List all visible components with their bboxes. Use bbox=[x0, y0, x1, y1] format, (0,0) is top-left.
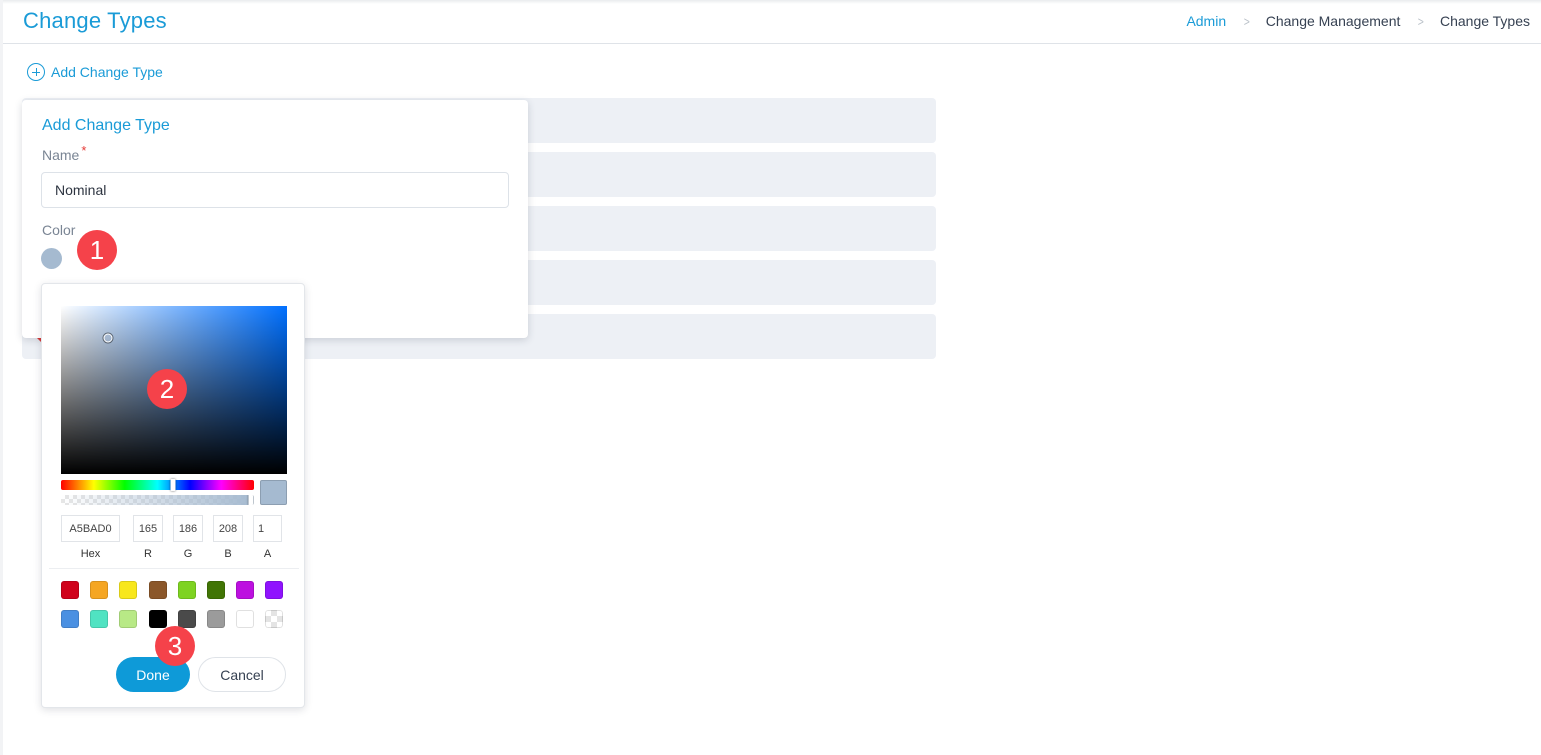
alpha-input[interactable]: 1 bbox=[253, 515, 282, 542]
color-swatch-button[interactable] bbox=[41, 248, 62, 269]
alpha-slider[interactable] bbox=[61, 495, 254, 505]
hue-slider-thumb[interactable] bbox=[170, 479, 176, 491]
preset-color-swatch[interactable] bbox=[236, 610, 255, 628]
green-label: G bbox=[183, 548, 193, 560]
alpha-slider-thumb[interactable] bbox=[248, 495, 254, 505]
preset-color-swatch[interactable] bbox=[119, 610, 138, 628]
annotation-badge-2: 2 bbox=[147, 369, 187, 409]
page-header: Change Types Admin > Change Management >… bbox=[3, 0, 1541, 44]
red-label: R bbox=[144, 548, 152, 560]
name-label-text: Name bbox=[42, 147, 80, 163]
blue-label: B bbox=[224, 548, 232, 560]
preset-color-swatch[interactable] bbox=[148, 610, 167, 628]
preset-color-swatch[interactable] bbox=[90, 581, 109, 599]
preset-color-swatch[interactable] bbox=[61, 610, 79, 628]
chevron-right-icon: > bbox=[1418, 13, 1425, 29]
breadcrumb-change-management[interactable]: Change Management bbox=[1266, 13, 1401, 29]
hex-label: Hex bbox=[80, 548, 101, 560]
name-label: Name * bbox=[42, 143, 86, 163]
plus-circle-icon bbox=[27, 63, 45, 81]
preset-color-swatch[interactable] bbox=[207, 581, 225, 599]
add-change-type-button[interactable]: Add Change Type bbox=[27, 63, 163, 81]
preset-color-swatch[interactable] bbox=[177, 610, 196, 628]
preset-color-swatch[interactable] bbox=[265, 581, 284, 599]
name-input[interactable] bbox=[41, 172, 509, 208]
hex-input[interactable]: A5BAD0 bbox=[61, 515, 120, 542]
page-title: Change Types bbox=[23, 8, 167, 33]
cancel-button[interactable]: Cancel bbox=[198, 657, 286, 692]
add-change-type-label: Add Change Type bbox=[51, 64, 163, 80]
annotation-badge-3: 3 bbox=[155, 626, 195, 666]
hue-slider[interactable] bbox=[61, 479, 254, 491]
saturation-handle[interactable] bbox=[103, 333, 113, 343]
preset-color-swatch[interactable] bbox=[61, 581, 79, 599]
preset-color-swatch[interactable] bbox=[90, 610, 109, 628]
preset-color-swatch[interactable] bbox=[236, 581, 255, 599]
preset-color-swatch[interactable] bbox=[177, 581, 196, 599]
preset-color-swatch[interactable] bbox=[265, 610, 284, 628]
green-input[interactable]: 186 bbox=[173, 515, 203, 542]
red-input[interactable]: 165 bbox=[133, 515, 163, 542]
form-title: Add Change Type bbox=[42, 117, 170, 134]
blue-input[interactable]: 208 bbox=[213, 515, 243, 542]
preset-color-swatch[interactable] bbox=[119, 581, 138, 599]
alpha-label: A bbox=[263, 548, 272, 560]
breadcrumb-admin[interactable]: Admin bbox=[1186, 13, 1226, 29]
breadcrumb-change-types: Change Types bbox=[1439, 13, 1530, 29]
preset-color-swatch[interactable] bbox=[148, 581, 167, 599]
annotation-badge-1: 1 bbox=[77, 230, 117, 270]
alpha-gradient bbox=[61, 495, 254, 505]
chevron-right-icon: > bbox=[1243, 13, 1250, 29]
required-indicator: * bbox=[81, 143, 87, 158]
color-preview bbox=[260, 480, 287, 505]
picker-divider bbox=[49, 568, 299, 569]
breadcrumb: Admin > Change Management > Change Types bbox=[1186, 13, 1530, 29]
preset-color-swatch[interactable] bbox=[207, 610, 225, 628]
color-label: Color bbox=[42, 222, 76, 238]
page: Change Types Admin > Change Management >… bbox=[0, 0, 1541, 755]
